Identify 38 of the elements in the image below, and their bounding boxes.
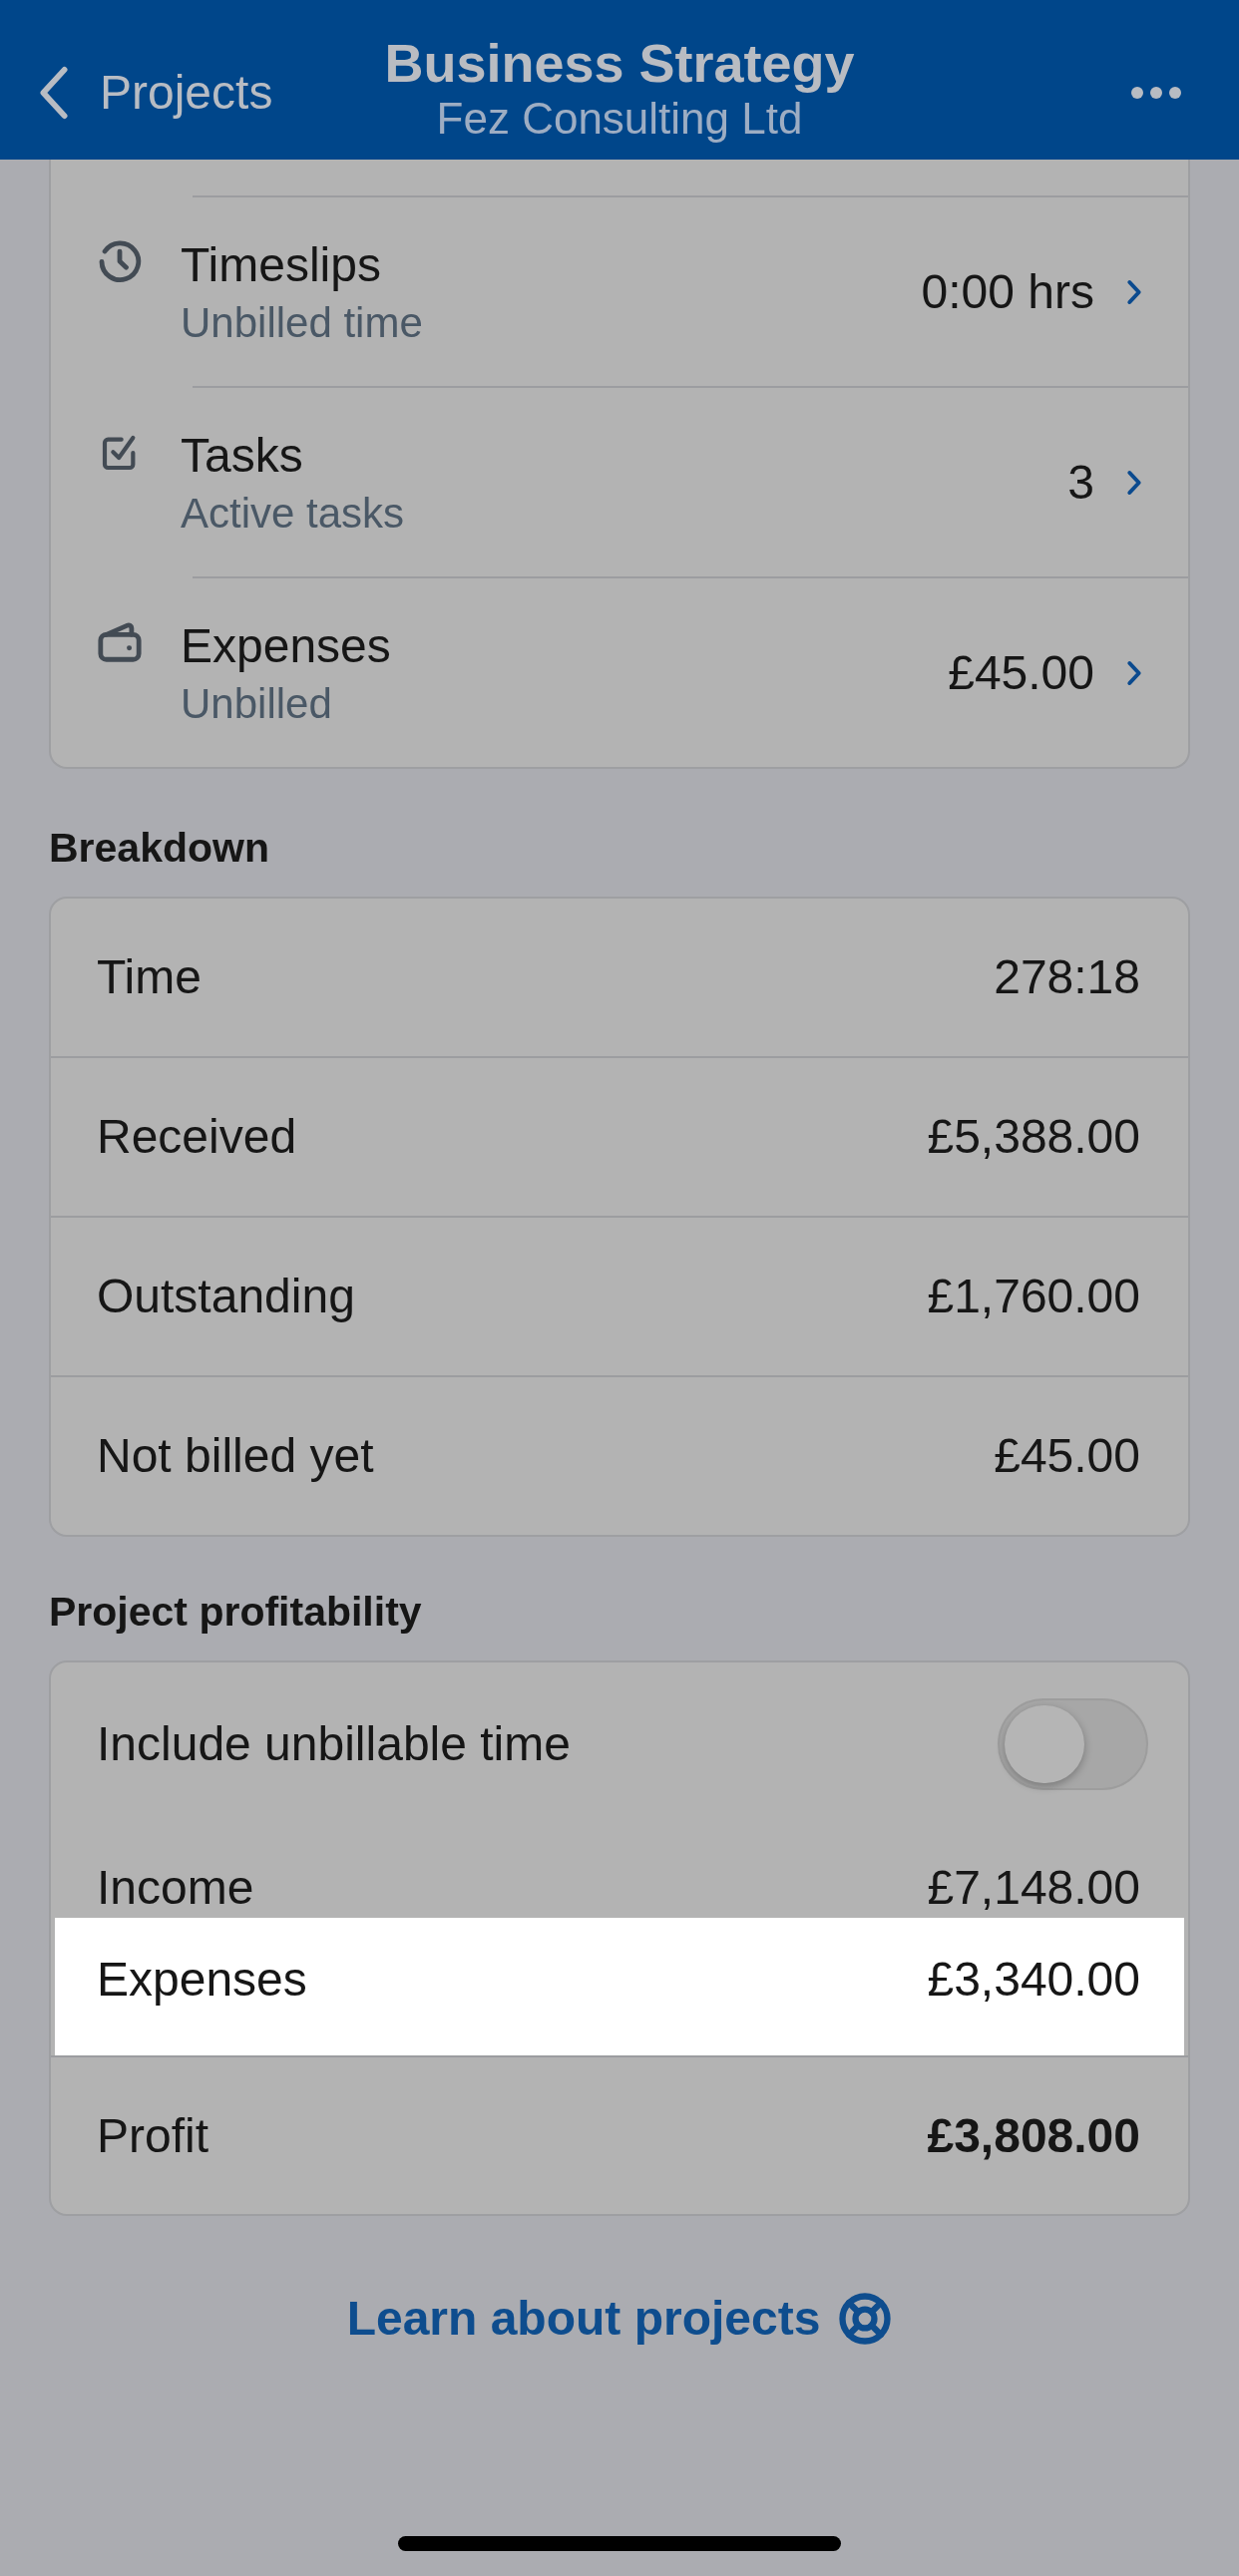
- lifebuoy-icon: [838, 2292, 893, 2346]
- screen-title: Business Strategy: [384, 33, 855, 93]
- chevron-left-icon: [38, 66, 70, 120]
- back-button[interactable]: Projects: [38, 64, 273, 122]
- row-value: £7,148.00: [927, 1860, 1140, 1916]
- row-label: Time: [97, 949, 202, 1005]
- row-value: £45.00: [994, 1428, 1140, 1484]
- item-value: 3: [1067, 455, 1094, 511]
- item-subtitle: Active tasks: [181, 489, 405, 539]
- item-subtitle: Unbilled time: [181, 298, 423, 348]
- item-title: Timeslips: [181, 237, 382, 293]
- chevron-right-icon[interactable]: [1126, 278, 1142, 306]
- toggle-label: Include unbillable time: [97, 1716, 571, 1772]
- row-label: Not billed yet: [97, 1428, 374, 1484]
- chevron-right-icon[interactable]: [1126, 469, 1142, 497]
- section-heading: Breakdown: [49, 824, 269, 872]
- item-title: Expenses: [181, 618, 391, 674]
- row-value: £5,388.00: [927, 1109, 1140, 1165]
- item-value: 0:00 hrs: [921, 264, 1094, 320]
- row-label: Income: [97, 1860, 254, 1916]
- section-heading: Project profitability: [49, 1588, 422, 1636]
- item-subtitle: Unbilled: [181, 679, 333, 729]
- more-icon: [1131, 87, 1181, 99]
- row-value: £3,340.00: [927, 1952, 1140, 2008]
- chevron-right-icon[interactable]: [1126, 659, 1142, 687]
- row-value: 278:18: [994, 949, 1140, 1005]
- row-value: £1,760.00: [927, 1269, 1140, 1324]
- row-label: Outstanding: [97, 1269, 355, 1324]
- total-label: Profit: [97, 2107, 209, 2164]
- item-title: Tasks: [181, 428, 304, 484]
- screen-subtitle: Fez Consulting Ltd: [436, 93, 803, 145]
- item-value: £45.00: [948, 645, 1094, 701]
- clock-icon: [97, 238, 143, 284]
- total-value: £3,808.00: [927, 2107, 1140, 2164]
- learn-link[interactable]: Learn about projects: [346, 2289, 893, 2349]
- more-button[interactable]: [1131, 87, 1181, 99]
- row-label: Received: [97, 1109, 297, 1165]
- row-label: Expenses: [97, 1952, 307, 2008]
